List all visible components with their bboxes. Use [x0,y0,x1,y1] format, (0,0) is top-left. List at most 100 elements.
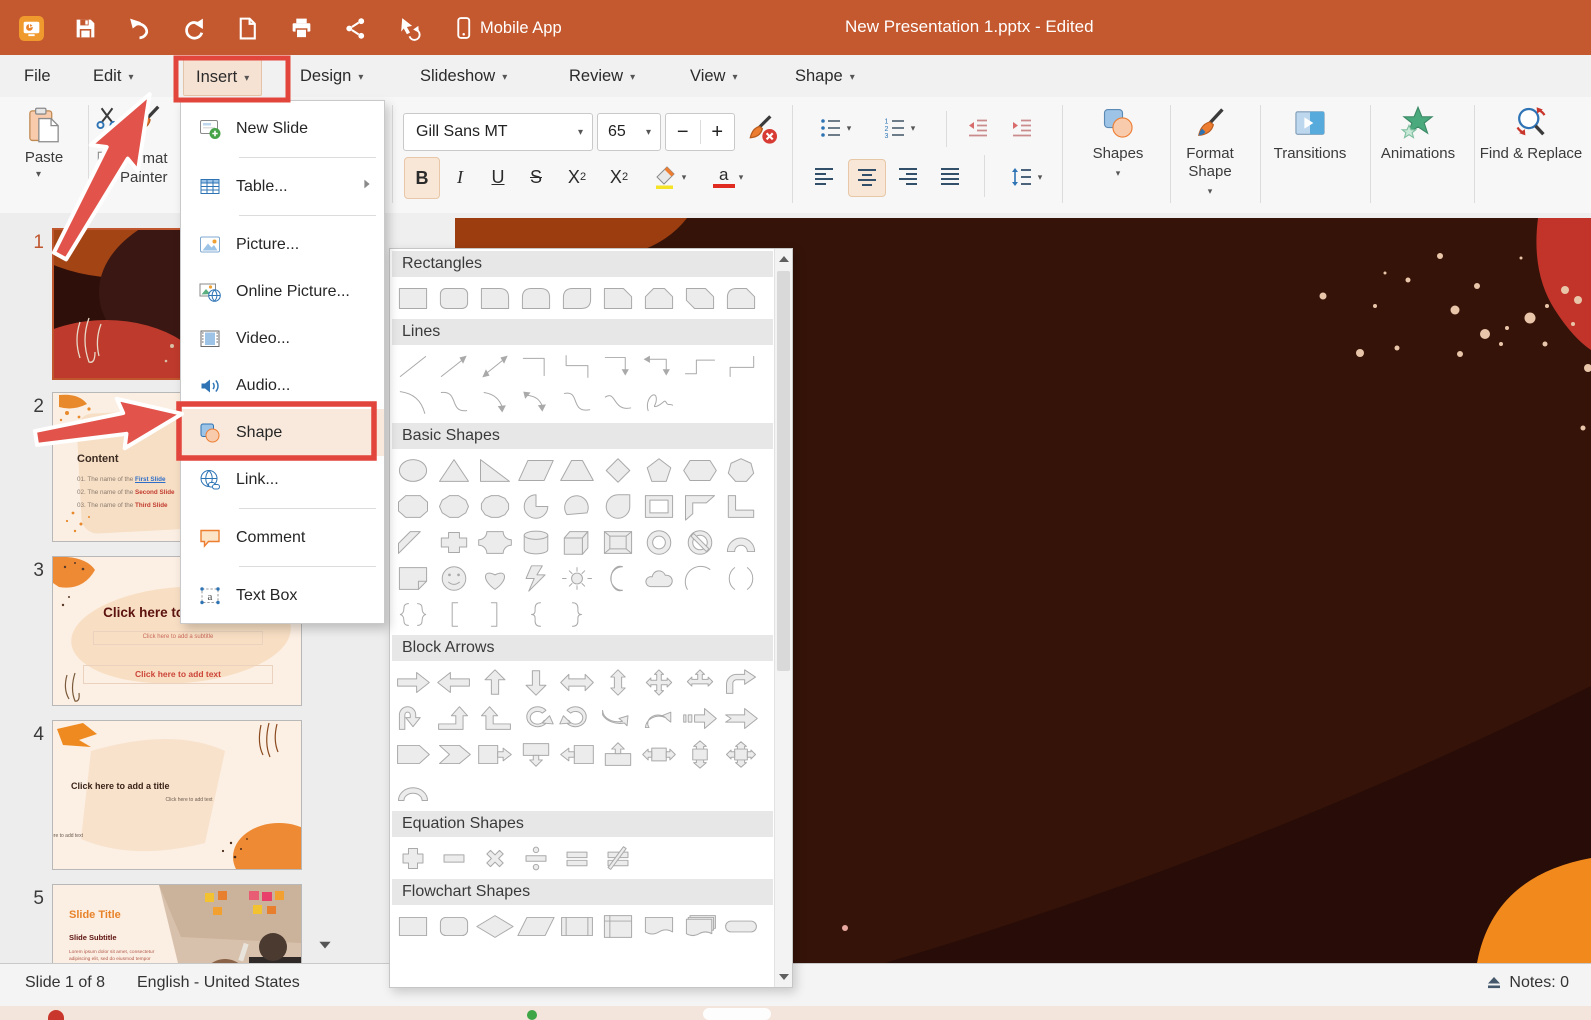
shape-pie[interactable] [515,488,556,524]
scrollbar-thumb[interactable] [777,271,790,671]
shape-down-arrow-callout[interactable] [515,736,556,772]
shape-snip-diagonal[interactable] [679,280,720,316]
shape-decagon[interactable] [433,488,474,524]
shape-elbow-connector-2[interactable] [556,348,597,384]
shape-pentagon[interactable] [638,452,679,488]
bold-button[interactable]: B [404,157,440,199]
shape-left-right-arrow[interactable] [556,664,597,700]
shape-up-down-arrow-callout[interactable] [679,736,720,772]
shape-curved-up-arrow[interactable] [638,700,679,736]
shape-data[interactable] [515,908,556,944]
shape-right-triangle[interactable] [474,452,515,488]
shape-octagon[interactable] [392,488,433,524]
cut-icon[interactable] [94,105,120,131]
mobile-phone-icon[interactable] [450,15,476,41]
shape-double-arrow[interactable] [474,348,515,384]
shape-elbow-connector-3[interactable] [720,348,761,384]
shape-terminator[interactable] [720,908,761,944]
chevron-down-icon[interactable]: ▾ [36,169,41,180]
shape-math-not-equal[interactable] [597,840,638,876]
menu-file[interactable]: File [24,55,51,97]
shape-notched-right-arrow[interactable] [720,700,761,736]
shape-bent-up-arrow[interactable] [433,700,474,736]
align-left-icon[interactable] [806,159,842,195]
align-right-icon[interactable] [890,159,926,195]
paste-icon[interactable] [24,104,64,146]
slide-thumbnail-5[interactable]: Slide Title Slide Subtitle Lorem ipsum d… [52,884,302,963]
shape-stepped-connector[interactable] [679,348,720,384]
shape-curved-arrow[interactable] [474,384,515,420]
shape-heptagon[interactable] [720,452,761,488]
numbered-list-button[interactable]: 1 2 3 ▾ [874,111,924,145]
shape-elbow-arrow[interactable] [597,348,638,384]
shape-no-symbol[interactable] [679,524,720,560]
shape-snip-same-side[interactable] [638,280,679,316]
shape-double-bracket[interactable] [720,560,761,596]
font-name-select[interactable]: Gill Sans MT ▾ [403,113,593,151]
shape-chevron-arrow[interactable] [433,736,474,772]
menu-view[interactable]: View ▾ [690,55,738,97]
shape-down-arrow[interactable] [515,664,556,700]
shape-curve-2[interactable] [597,384,638,420]
shapes-panel-scrollbar[interactable] [774,249,792,987]
insert-menu-item-video[interactable]: Video... [181,315,384,362]
shape-u-turn-arrow[interactable] [392,700,433,736]
shape-chord[interactable] [556,488,597,524]
shape-round-diagonal[interactable] [556,280,597,316]
shape-circular-arrow-left[interactable] [515,700,556,736]
font-size-select[interactable]: 65 ▾ [597,113,661,151]
shape-dodecagon[interactable] [474,488,515,524]
notes-toggle[interactable]: Notes: 0 [1486,974,1569,992]
shape-elbow-connector[interactable] [515,348,556,384]
shape-elbow-double-arrow[interactable] [638,348,679,384]
shape-bevel[interactable] [597,524,638,560]
shape-heart[interactable] [474,560,515,596]
language-indicator[interactable]: English - United States [137,974,300,992]
copy-icon[interactable] [94,149,120,175]
shape-scribble[interactable] [638,384,679,420]
shape-lightning-bolt[interactable] [515,560,556,596]
shape-sun[interactable] [556,560,597,596]
shape-striped-right-arrow[interactable] [679,700,720,736]
shape-hexagon[interactable] [679,452,720,488]
shape-alternate-process[interactable] [433,908,474,944]
shape-curved-double-arrow[interactable] [515,384,556,420]
shape-round-same-side[interactable] [515,280,556,316]
clear-formatting-icon[interactable] [745,113,777,145]
shape-curved-right-arrow[interactable] [392,772,433,808]
slide-thumbnail-4[interactable]: Click here to add a title Click here to … [52,720,302,870]
shape-frame[interactable] [638,488,679,524]
menu-edit[interactable]: Edit ▾ [93,55,133,97]
decrease-font-button[interactable]: − [666,121,700,144]
shape-left-arrow[interactable] [433,664,474,700]
shape-process[interactable] [392,908,433,944]
redo-icon[interactable] [180,15,206,41]
print-icon[interactable] [288,15,314,41]
strikethrough-button[interactable]: S [520,157,552,197]
shape-math-divide[interactable] [515,840,556,876]
shape-left-right-arrow-callout[interactable] [638,736,679,772]
insert-menu-item-comment[interactable]: Comment [181,514,384,561]
shape-right-bracket[interactable] [474,596,515,632]
shape-up-down-arrow[interactable] [597,664,638,700]
thumbnails-scroll-down-icon[interactable] [316,935,334,953]
scroll-down-icon[interactable] [776,968,792,984]
menu-review[interactable]: Review ▾ [569,55,635,97]
increase-font-button[interactable]: + [701,121,735,144]
insert-menu-item-table[interactable]: Table... [181,163,384,210]
shape-predefined-process[interactable] [556,908,597,944]
shape-right-arrow-callout[interactable] [474,736,515,772]
shape-quad-arrow-callout[interactable] [720,736,761,772]
shape-right-arrow[interactable] [392,664,433,700]
subscript-button[interactable]: X2 [558,157,596,197]
shape-cloud[interactable] [638,560,679,596]
shape-multidocument[interactable] [679,908,720,944]
shape-round-single-corner[interactable] [474,280,515,316]
shape-pentagon-arrow[interactable] [392,736,433,772]
shape-rounded-rectangle[interactable] [433,280,474,316]
shape-l-shape[interactable] [720,488,761,524]
shape-can[interactable] [515,524,556,560]
shape-arc[interactable] [679,560,720,596]
shape-up-arrow[interactable] [474,664,515,700]
shape-math-plus[interactable] [392,840,433,876]
